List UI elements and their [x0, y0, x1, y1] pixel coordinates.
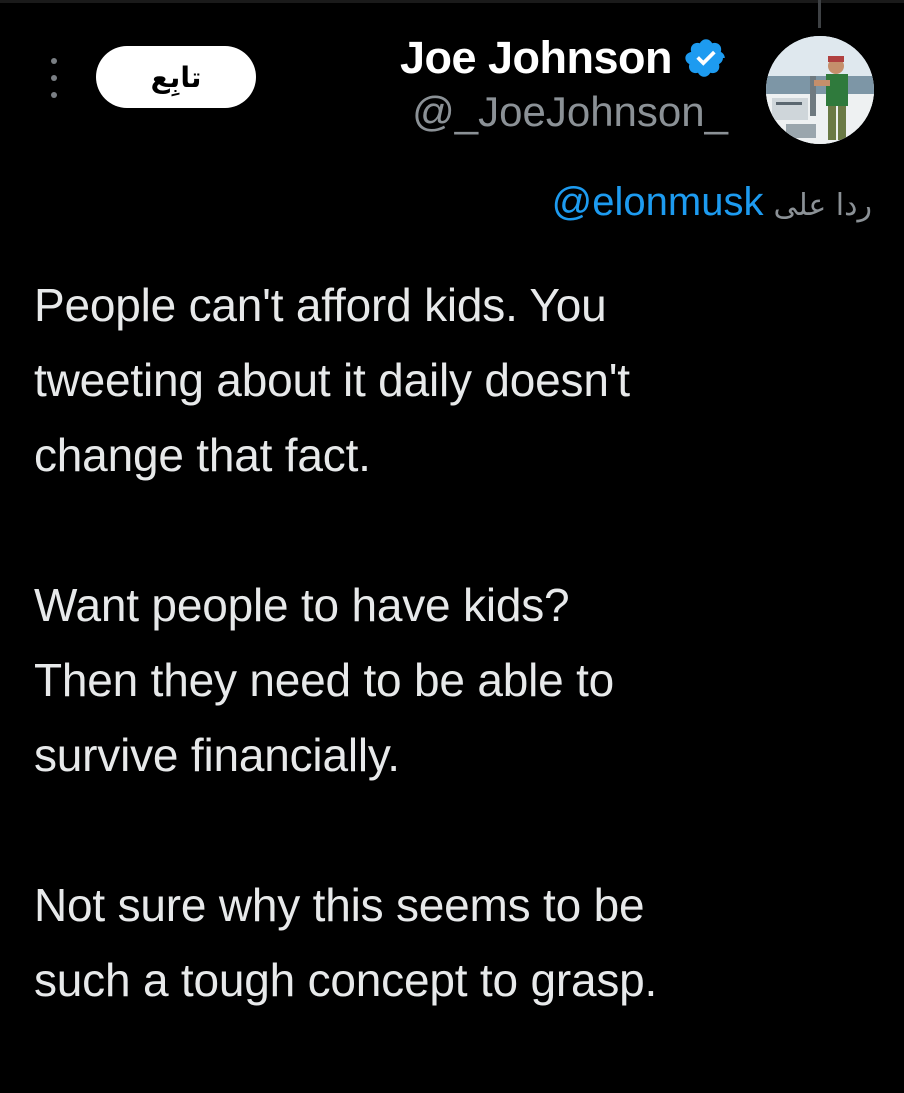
replying-to-line: ردا على @elonmusk	[552, 180, 872, 225]
top-divider	[0, 0, 904, 3]
more-dot	[51, 58, 57, 64]
tweet-text: People can't afford kids. You tweeting a…	[34, 268, 884, 1093]
follow-button[interactable]: تابِع	[96, 46, 256, 108]
more-dot	[51, 92, 57, 98]
more-dot	[51, 75, 57, 81]
avatar[interactable]	[766, 36, 874, 144]
follow-button-label: تابِع	[150, 60, 202, 94]
replying-to-label: ردا على	[773, 188, 872, 223]
tweet-paragraph: Want people to have kids? Then they need…	[34, 579, 615, 781]
thread-connector-line	[818, 0, 821, 28]
more-options-icon[interactable]	[44, 58, 64, 98]
verified-badge-icon	[685, 39, 725, 77]
tweet-paragraph: Not sure why this seems to be such a tou…	[34, 879, 658, 1006]
tweet-paragraph: People can't afford kids. You tweeting a…	[34, 279, 630, 481]
author-handle[interactable]: @_JoeJohnson_	[412, 88, 728, 136]
reply-mention-link[interactable]: @elonmusk	[552, 180, 764, 225]
author-display-name[interactable]: Joe Johnson	[400, 32, 673, 84]
avatar-photo	[766, 36, 874, 144]
author-name-row[interactable]: Joe Johnson	[400, 30, 728, 86]
